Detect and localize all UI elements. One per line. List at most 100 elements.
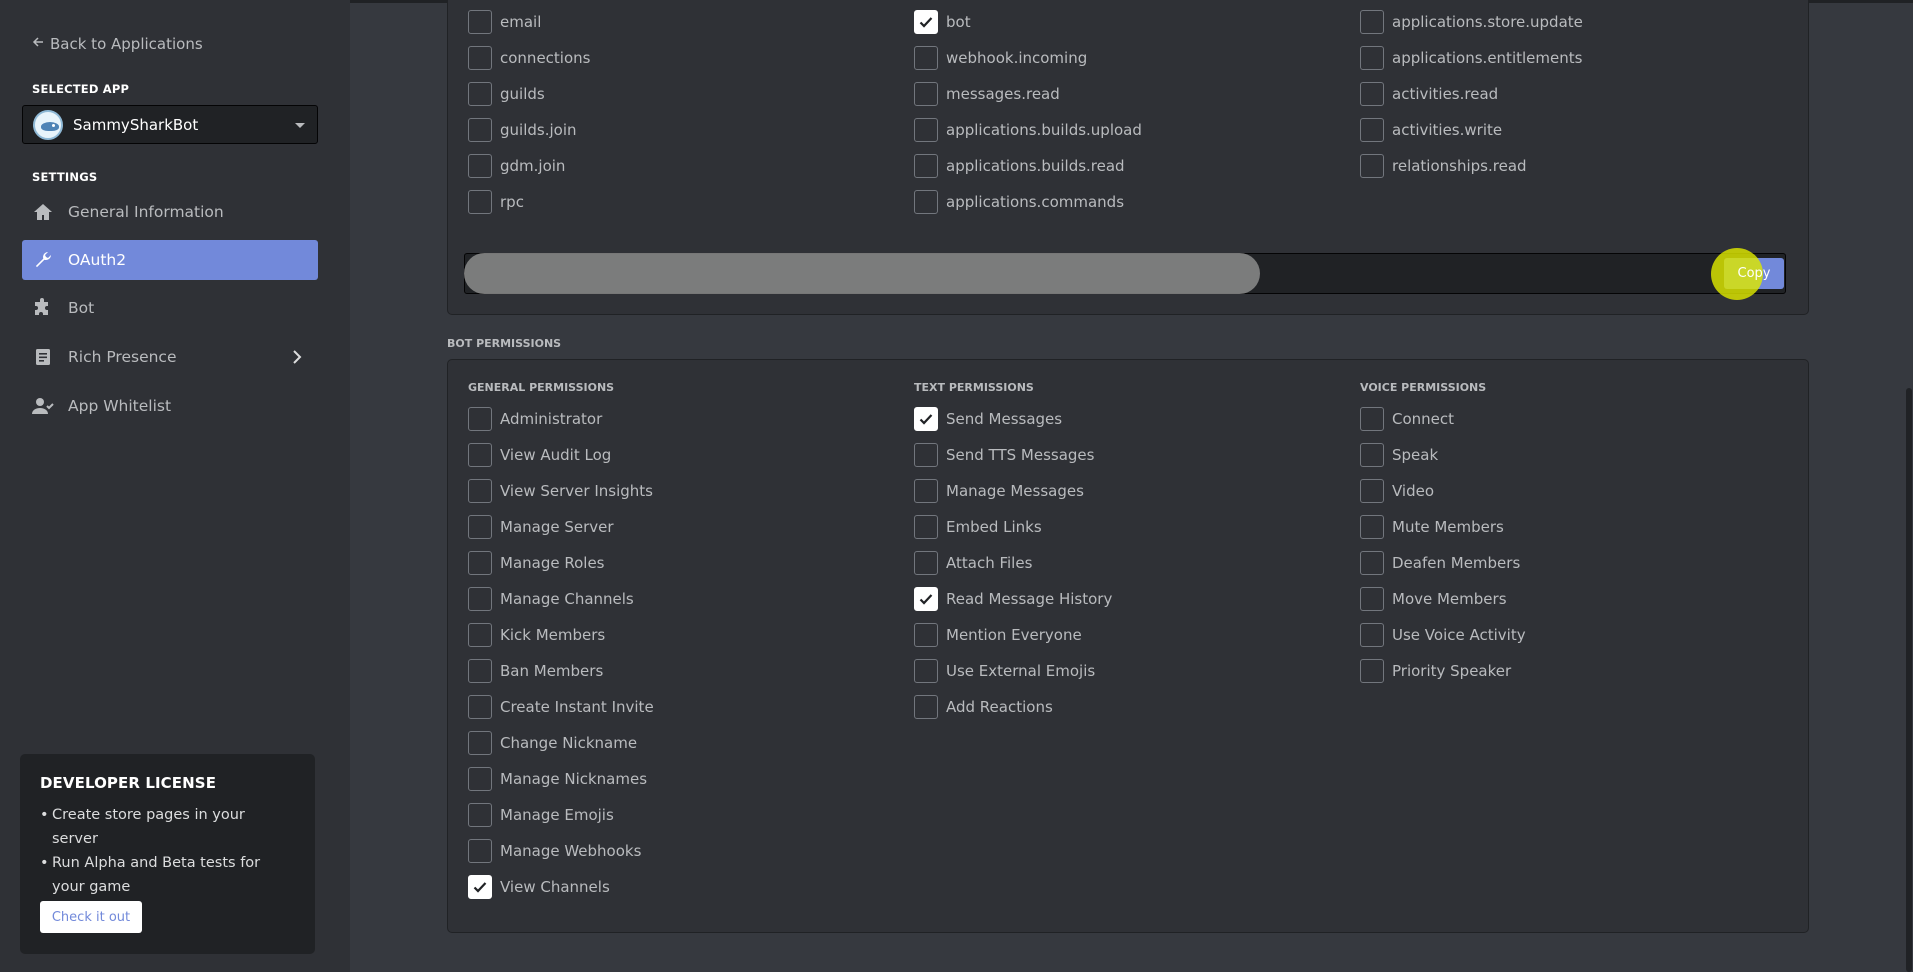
checkbox[interactable] [914, 659, 938, 683]
checkbox[interactable] [468, 190, 492, 214]
checkbox[interactable] [914, 479, 938, 503]
checkbox[interactable] [468, 407, 492, 431]
checkbox[interactable] [914, 118, 938, 142]
checkbox[interactable] [914, 10, 938, 34]
scrollbar[interactable] [1906, 388, 1912, 972]
checkbox-row[interactable]: messages.read [914, 81, 1060, 107]
checkbox-row[interactable]: Change Nickname [468, 730, 637, 756]
checkbox-row[interactable]: Deafen Members [1360, 550, 1520, 576]
checkbox-row[interactable]: Use Voice Activity [1360, 622, 1526, 648]
checkbox[interactable] [914, 695, 938, 719]
checkbox-row[interactable]: Attach Files [914, 550, 1032, 576]
checkbox[interactable] [1360, 118, 1384, 142]
checkbox-row[interactable]: applications.store.update [1360, 9, 1583, 35]
checkbox-row[interactable]: Manage Nicknames [468, 766, 647, 792]
checkbox-row[interactable]: guilds.join [468, 117, 577, 143]
checkbox[interactable] [1360, 551, 1384, 575]
checkbox[interactable] [468, 443, 492, 467]
checkbox[interactable] [468, 515, 492, 539]
checkbox-row[interactable]: Manage Roles [468, 550, 605, 576]
checkbox-row[interactable]: View Audit Log [468, 442, 611, 468]
checkbox[interactable] [1360, 587, 1384, 611]
checkbox-row[interactable]: bot [914, 9, 971, 35]
sidebar-item-general-information[interactable]: General Information [22, 192, 318, 232]
copy-button[interactable] [1724, 258, 1784, 289]
checkbox-row[interactable]: webhook.incoming [914, 45, 1087, 71]
checkbox[interactable] [914, 46, 938, 70]
checkbox-row[interactable]: Manage Channels [468, 586, 634, 612]
checkbox[interactable] [1360, 515, 1384, 539]
check-it-out-button[interactable]: Check it out [40, 901, 142, 933]
checkbox-row[interactable]: Read Message History [914, 586, 1112, 612]
checkbox[interactable] [468, 82, 492, 106]
checkbox[interactable] [468, 479, 492, 503]
checkbox-row[interactable]: connections [468, 45, 590, 71]
checkbox-row[interactable]: activities.read [1360, 81, 1498, 107]
checkbox-row[interactable]: applications.entitlements [1360, 45, 1582, 71]
checkbox-row[interactable]: Manage Server [468, 514, 614, 540]
checkbox-row[interactable]: Video [1360, 478, 1434, 504]
checkbox-row[interactable]: View Channels [468, 874, 610, 900]
checkbox[interactable] [468, 839, 492, 863]
checkbox-row[interactable]: gdm.join [468, 153, 565, 179]
checkbox[interactable] [468, 154, 492, 178]
checkbox[interactable] [468, 695, 492, 719]
checkbox[interactable] [914, 154, 938, 178]
app-selector[interactable]: SammySharkBot [22, 105, 318, 144]
checkbox-row[interactable]: Connect [1360, 406, 1454, 432]
checkbox[interactable] [468, 875, 492, 899]
checkbox-row[interactable]: Use External Emojis [914, 658, 1095, 684]
checkbox-row[interactable]: Mention Everyone [914, 622, 1082, 648]
checkbox-row[interactable]: activities.write [1360, 117, 1502, 143]
checkbox-row[interactable]: Speak [1360, 442, 1438, 468]
checkbox[interactable] [1360, 82, 1384, 106]
checkbox[interactable] [1360, 10, 1384, 34]
checkbox-row[interactable]: email [468, 9, 541, 35]
checkbox[interactable] [468, 118, 492, 142]
checkbox[interactable] [914, 623, 938, 647]
checkbox[interactable] [1360, 659, 1384, 683]
checkbox-row[interactable]: View Server Insights [468, 478, 653, 504]
checkbox-row[interactable]: applications.builds.read [914, 153, 1125, 179]
checkbox-row[interactable]: Send Messages [914, 406, 1062, 432]
sidebar-item-oauth2[interactable]: OAuth2 [22, 240, 318, 280]
checkbox[interactable] [914, 551, 938, 575]
checkbox[interactable] [1360, 443, 1384, 467]
checkbox[interactable] [468, 551, 492, 575]
checkbox[interactable] [468, 731, 492, 755]
checkbox-row[interactable]: Manage Messages [914, 478, 1084, 504]
checkbox-row[interactable]: Priority Speaker [1360, 658, 1511, 684]
checkbox[interactable] [914, 407, 938, 431]
checkbox-row[interactable]: Manage Emojis [468, 802, 614, 828]
checkbox[interactable] [914, 587, 938, 611]
checkbox-row[interactable]: Move Members [1360, 586, 1507, 612]
checkbox-row[interactable]: Manage Webhooks [468, 838, 641, 864]
checkbox-row[interactable]: applications.builds.upload [914, 117, 1142, 143]
checkbox[interactable] [1360, 479, 1384, 503]
checkbox-row[interactable]: Kick Members [468, 622, 605, 648]
checkbox[interactable] [468, 46, 492, 70]
checkbox-row[interactable]: Create Instant Invite [468, 694, 654, 720]
checkbox-row[interactable]: Administrator [468, 406, 602, 432]
sidebar-item-app-whitelist[interactable]: App Whitelist [22, 386, 318, 426]
back-to-applications-link[interactable]: Back to Applications [32, 35, 203, 53]
checkbox[interactable] [468, 10, 492, 34]
checkbox[interactable] [914, 443, 938, 467]
checkbox-row[interactable]: applications.commands [914, 189, 1124, 215]
checkbox-row[interactable]: rpc [468, 189, 524, 215]
checkbox[interactable] [914, 190, 938, 214]
checkbox[interactable] [914, 515, 938, 539]
checkbox[interactable] [468, 803, 492, 827]
checkbox[interactable] [468, 623, 492, 647]
checkbox[interactable] [1360, 623, 1384, 647]
checkbox-row[interactable]: Add Reactions [914, 694, 1053, 720]
checkbox[interactable] [468, 767, 492, 791]
checkbox-row[interactable]: guilds [468, 81, 545, 107]
checkbox[interactable] [468, 659, 492, 683]
sidebar-item-rich-presence[interactable]: Rich Presence [22, 337, 318, 377]
checkbox[interactable] [1360, 407, 1384, 431]
checkbox-row[interactable]: relationships.read [1360, 153, 1527, 179]
checkbox[interactable] [468, 587, 492, 611]
sidebar-item-bot[interactable]: Bot [22, 288, 318, 328]
checkbox[interactable] [1360, 46, 1384, 70]
